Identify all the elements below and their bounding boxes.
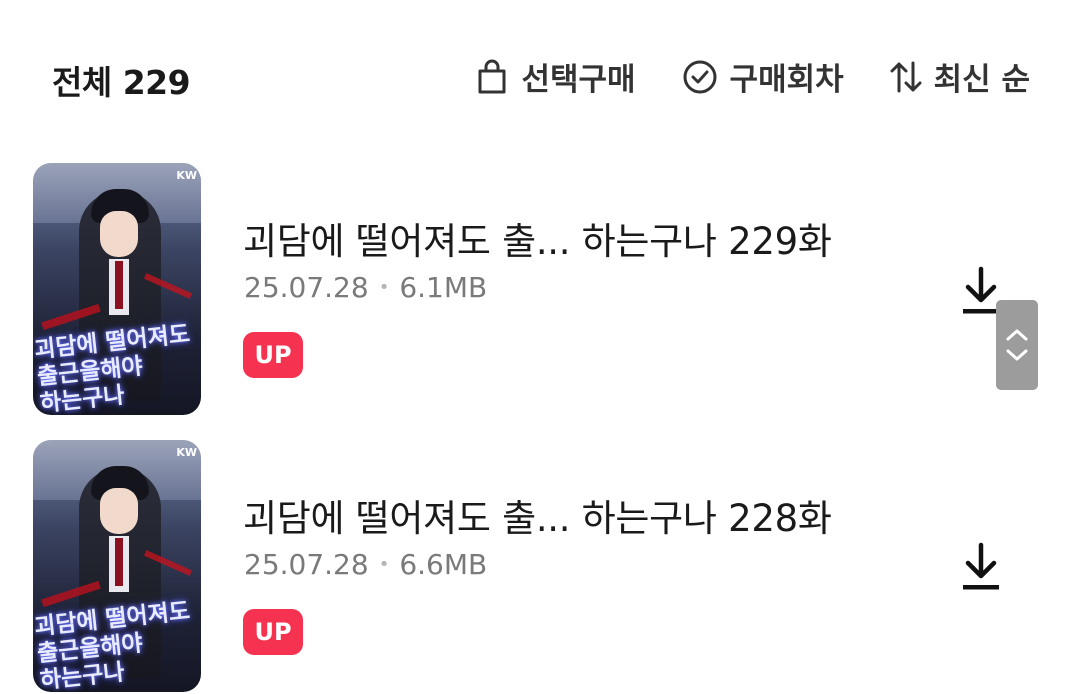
download-icon — [963, 542, 999, 590]
episode-file-size: 6.6MB — [399, 548, 488, 581]
sort-arrows-icon — [890, 61, 922, 92]
episode-date: 25.07.28 — [244, 271, 369, 304]
list-header: 전체 229 선택구매 구매회차 최신 순 — [0, 40, 1080, 110]
cover-face — [100, 488, 138, 534]
episode-date: 25.07.28 — [244, 548, 369, 581]
episode-meta: 25.07.28 • 6.6MB — [244, 548, 487, 581]
fast-scroll-handle[interactable] — [996, 300, 1038, 390]
cover-face — [100, 211, 138, 257]
meta-separator: • — [378, 277, 390, 298]
episode-row[interactable]: KW 괴담에 떨어져도 출근을해야 하는구나 괴담에 떨어져도 출... 하는구… — [0, 163, 1080, 418]
cover-title-art: 괴담에 떨어져도 출근을해야 하는구나 — [33, 598, 201, 692]
up-badge: UP — [243, 609, 303, 655]
episode-file-size: 6.1MB — [399, 271, 488, 304]
shopping-bag-icon — [478, 59, 506, 93]
cover-tie — [115, 538, 123, 586]
episode-thumbnail[interactable]: KW 괴담에 떨어져도 출근을해야 하는구나 — [33, 440, 201, 692]
sort-order-button[interactable]: 최신 순 — [890, 54, 1030, 99]
episode-meta: 25.07.28 • 6.1MB — [244, 271, 487, 304]
episode-list-screen: 전체 229 선택구매 구매회차 최신 순 KW 괴담에 떨어져도 출근을해야 … — [0, 0, 1080, 694]
meta-separator: • — [378, 554, 390, 575]
download-button[interactable] — [960, 542, 1002, 592]
select-purchase-button[interactable]: 선택구매 — [475, 54, 636, 99]
episode-thumbnail[interactable]: KW 괴담에 떨어져도 출근을해야 하는구나 — [33, 163, 201, 415]
check-circle-icon — [683, 60, 717, 93]
episode-row[interactable]: KW 괴담에 떨어져도 출근을해야 하는구나 괴담에 떨어져도 출... 하는구… — [0, 440, 1080, 694]
episode-title[interactable]: 괴담에 떨어져도 출... 하는구나 228화 — [243, 488, 832, 542]
purchased-episodes-label: 구매회차 — [729, 62, 844, 98]
header-actions: 선택구매 구매회차 최신 순 — [475, 54, 1030, 99]
episode-title[interactable]: 괴담에 떨어져도 출... 하는구나 229화 — [243, 211, 832, 265]
cover-tie — [115, 261, 123, 309]
chevron-up-down-icon — [1006, 329, 1028, 361]
publisher-logo: KW — [176, 169, 197, 182]
purchased-episodes-button[interactable]: 구매회차 — [682, 54, 844, 99]
publisher-logo: KW — [176, 446, 197, 459]
up-badge: UP — [243, 332, 303, 378]
total-count-label: 전체 229 — [52, 63, 191, 102]
cover-title-art: 괴담에 떨어져도 출근을해야 하는구나 — [33, 321, 201, 415]
sort-order-label: 최신 순 — [933, 62, 1030, 98]
select-purchase-label: 선택구매 — [521, 62, 636, 98]
